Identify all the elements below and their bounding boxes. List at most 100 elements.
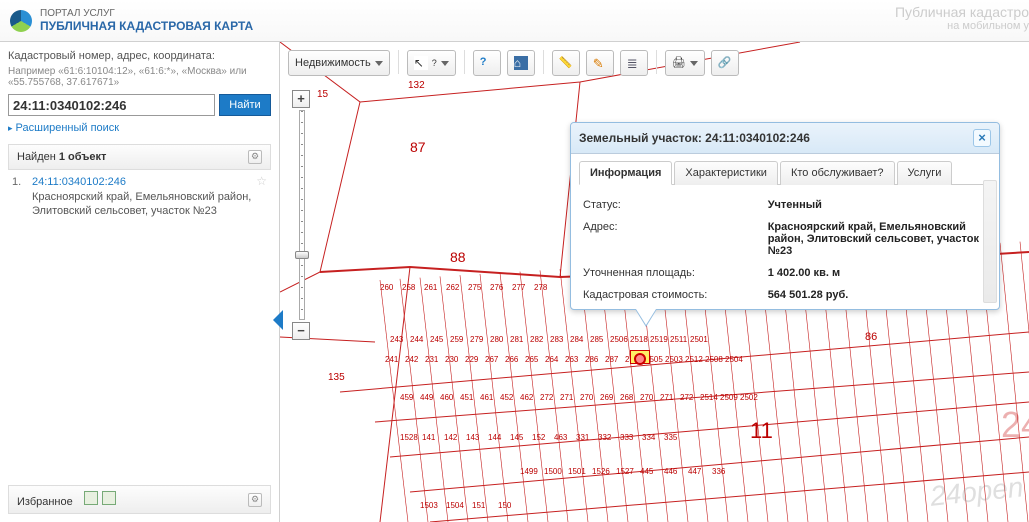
gear-icon[interactable] (248, 493, 262, 507)
svg-text:264: 264 (545, 355, 559, 364)
home-button[interactable] (507, 50, 535, 76)
svg-text:272: 272 (540, 393, 554, 402)
svg-text:275: 275 (468, 283, 482, 292)
zoom-handle[interactable] (295, 251, 309, 259)
info-table: Статус:Учтенный Адрес:Красноярский край,… (579, 193, 991, 307)
svg-text:452: 452 (500, 393, 514, 402)
svg-text:279: 279 (470, 335, 484, 344)
svg-text:335: 335 (664, 433, 678, 442)
svg-text:151: 151 (472, 501, 486, 510)
svg-text:243: 243 (390, 335, 404, 344)
svg-text:261: 261 (424, 283, 438, 292)
pointer-tool[interactable]: ? (407, 50, 456, 76)
svg-text:272: 272 (680, 393, 694, 402)
tab-services[interactable]: Услуги (897, 161, 953, 185)
svg-text:142: 142 (444, 433, 458, 442)
svg-text:2509: 2509 (720, 393, 738, 402)
parcel-popup: Земельный участок: 24:11:0340102:246 × И… (570, 122, 1000, 310)
svg-text:287: 287 (605, 355, 619, 364)
gear-icon[interactable] (248, 150, 262, 164)
link-button[interactable] (711, 50, 739, 76)
zoom-slider[interactable]: + − (292, 90, 312, 340)
svg-text:445: 445 (640, 467, 654, 476)
svg-text:1500: 1500 (544, 467, 562, 476)
svg-text:144: 144 (488, 433, 502, 442)
svg-text:463: 463 (554, 433, 568, 442)
svg-text:280: 280 (490, 335, 504, 344)
logo-icon (10, 10, 32, 32)
svg-text:285: 285 (590, 335, 604, 344)
collapse-sidebar-handle[interactable] (272, 300, 284, 340)
svg-text:263: 263 (565, 355, 579, 364)
svg-text:1499: 1499 (520, 467, 538, 476)
svg-text:333: 333 (620, 433, 634, 442)
svg-text:2506: 2506 (610, 335, 628, 344)
help-button[interactable] (473, 50, 501, 76)
svg-text:87: 87 (410, 139, 426, 155)
advanced-search-link[interactable]: Расширенный поиск (8, 122, 271, 134)
svg-text:266: 266 (505, 355, 519, 364)
map[interactable]: Недвижимость ? + − (280, 42, 1029, 522)
layers-button[interactable] (620, 50, 648, 76)
result-item[interactable]: 1. ☆ 24:11:0340102:246 Красноярский край… (8, 170, 271, 225)
svg-text:135: 135 (328, 372, 345, 383)
tab-characteristics[interactable]: Характеристики (674, 161, 778, 185)
svg-text:258: 258 (402, 283, 416, 292)
svg-text:1526: 1526 (592, 467, 610, 476)
svg-text:447: 447 (688, 467, 702, 476)
svg-text:1504: 1504 (446, 501, 464, 510)
svg-text:265: 265 (525, 355, 539, 364)
svg-text:259: 259 (450, 335, 464, 344)
zoom-out-button[interactable]: − (292, 322, 310, 340)
svg-text:268: 268 (620, 393, 634, 402)
layer-select[interactable]: Недвижимость (288, 50, 390, 76)
svg-text:15: 15 (317, 89, 329, 100)
draw-tool[interactable] (586, 50, 614, 76)
portal-title: ПУБЛИЧНАЯ КАДАСТРОВАЯ КАРТА (40, 19, 253, 33)
svg-text:282: 282 (530, 335, 544, 344)
find-button[interactable]: Найти (219, 94, 271, 116)
popup-scrollbar[interactable] (983, 180, 997, 303)
svg-text:2508: 2508 (705, 355, 723, 364)
zoom-track[interactable] (299, 110, 305, 320)
svg-text:152: 152 (532, 433, 546, 442)
svg-text:141: 141 (422, 433, 436, 442)
svg-text:2519: 2519 (650, 335, 668, 344)
result-cn-link[interactable]: 24:11:0340102:246 (32, 176, 126, 188)
svg-text:2504: 2504 (725, 355, 743, 364)
header: ПОРТАЛ УСЛУГ ПУБЛИЧНАЯ КАДАСТРОВАЯ КАРТА… (0, 0, 1029, 42)
svg-text:270: 270 (580, 393, 594, 402)
results-header: Найден 1 объект (8, 144, 271, 170)
fav-import-icon[interactable] (102, 491, 116, 505)
selected-parcel-marker[interactable] (630, 350, 650, 364)
fav-export-icon[interactable] (84, 491, 98, 505)
sidebar: Кадастровый номер, адрес, координата: На… (0, 42, 280, 522)
svg-text:143: 143 (466, 433, 480, 442)
svg-text:262: 262 (446, 283, 460, 292)
svg-text:460: 460 (440, 393, 454, 402)
svg-text:1528: 1528 (400, 433, 418, 442)
print-button[interactable] (665, 50, 705, 76)
svg-text:2514: 2514 (700, 393, 718, 402)
svg-text:86: 86 (865, 331, 877, 343)
search-input[interactable] (8, 94, 215, 116)
tab-who-serves[interactable]: Кто обслуживает? (780, 161, 895, 185)
star-icon[interactable]: ☆ (256, 174, 267, 188)
svg-text:244: 244 (410, 335, 424, 344)
svg-text:451: 451 (460, 393, 474, 402)
svg-text:229: 229 (465, 355, 479, 364)
svg-text:24: 24 (1001, 404, 1029, 445)
search-hint: Например «61:6:10104:12», «61:6:*», «Мос… (8, 66, 271, 88)
tab-info[interactable]: Информация (579, 161, 672, 185)
svg-text:276: 276 (490, 283, 504, 292)
svg-text:2518: 2518 (630, 335, 648, 344)
zoom-in-button[interactable]: + (292, 90, 310, 108)
svg-text:2503: 2503 (665, 355, 683, 364)
svg-text:132: 132 (408, 80, 425, 91)
close-icon[interactable]: × (973, 129, 991, 147)
svg-text:2512: 2512 (685, 355, 703, 364)
svg-text:1501: 1501 (568, 467, 586, 476)
svg-text:281: 281 (510, 335, 524, 344)
svg-text:269: 269 (600, 393, 614, 402)
ruler-tool[interactable] (552, 50, 580, 76)
